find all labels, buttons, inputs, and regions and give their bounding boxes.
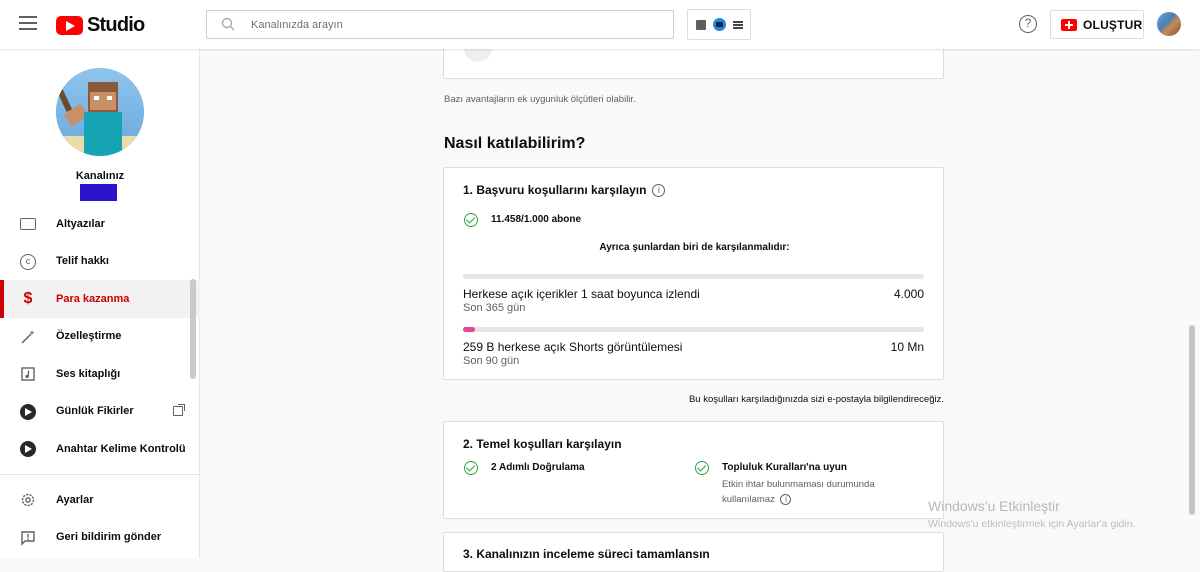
channel-label: Kanalınız bbox=[75, 170, 125, 182]
sidebar-item-label: Günlük Fikirler bbox=[56, 405, 134, 418]
sidebar-item-monetization[interactable]: $ Para kazanma bbox=[0, 280, 200, 318]
sidebar-item-label: Ses kitaplığı bbox=[56, 367, 121, 380]
info-icon[interactable]: i bbox=[780, 494, 792, 505]
create-video-icon bbox=[1061, 18, 1077, 31]
step2-card: 2. Temel koşulları karşılayın 2 Adımlı D… bbox=[443, 421, 944, 519]
two-step-verification: 2 Adımlı Doğrulama bbox=[491, 462, 585, 473]
studio-logo[interactable]: Studio bbox=[56, 14, 145, 37]
also-required-text: Ayrıca şunlardan biri de karşılanmalıdır… bbox=[599, 242, 790, 253]
step3-card: 3. Kanalınızın inceleme süreci tamamlans… bbox=[443, 532, 944, 572]
menu-icon[interactable] bbox=[19, 16, 37, 30]
music-library-icon bbox=[21, 367, 35, 381]
create-button[interactable]: OLUŞTUR bbox=[1050, 10, 1144, 39]
check-icon bbox=[695, 461, 709, 475]
windows-activation-subtitle: Windows'u etkinleştirmek için Ayarlar'a … bbox=[928, 518, 1136, 530]
extension-play-icon bbox=[20, 441, 36, 457]
sidebar-item-subtitles[interactable]: Altyazılar bbox=[0, 205, 200, 243]
info-icon[interactable]: i bbox=[652, 183, 666, 197]
eligibility-note: Bazı avantajların ek uygunluk ölçütleri … bbox=[444, 94, 636, 105]
top-header: Studio ? OLUŞTUR bbox=[0, 0, 1200, 49]
community-guidelines-note: Etkin ihtar bulunmaması durumunda kullan… bbox=[722, 477, 892, 507]
copyright-icon: c bbox=[20, 253, 36, 270]
community-guidelines: Topluluk Kuralları'na uyun bbox=[722, 462, 847, 473]
sidebar-item-label: Ayarlar bbox=[56, 493, 94, 506]
sidebar-item-label: Geri bildirim gönder bbox=[56, 531, 162, 544]
help-icon[interactable]: ? bbox=[1019, 15, 1037, 33]
subtitles-icon bbox=[20, 218, 36, 230]
channel-avatar[interactable] bbox=[56, 68, 144, 156]
extension-play-icon bbox=[20, 403, 36, 420]
metric-watch-hours-label: Herkese açık içerikler 1 saat boyunca iz… bbox=[463, 287, 700, 301]
sidebar-item-label: Anahtar Kelime Kontrolü bbox=[56, 442, 186, 455]
progress-bar-watch-hours bbox=[463, 274, 924, 279]
metric-shorts-views-period: Son 90 gün bbox=[463, 355, 520, 367]
metric-shorts-views-value: 10 Mn bbox=[890, 340, 924, 354]
sidebar-item-customization[interactable]: Özelleştirme bbox=[0, 318, 200, 356]
windows-activation-title: Windows'u Etkinleştir bbox=[928, 498, 1060, 514]
analytics-extension-icon[interactable] bbox=[695, 19, 706, 30]
sidebar-item-copyright[interactable]: c Telif hakkı bbox=[0, 243, 200, 281]
dollar-icon: $ bbox=[23, 290, 33, 307]
feedback-icon bbox=[21, 530, 35, 546]
create-label: OLUŞTUR bbox=[1083, 17, 1143, 32]
sidebar: Kanalınız Altyazılar c Telif hakkı $ Par… bbox=[0, 49, 200, 558]
play-extension-icon[interactable] bbox=[712, 18, 726, 31]
progress-bar-shorts-views bbox=[463, 327, 924, 332]
magic-wand-icon bbox=[21, 329, 35, 344]
section-heading: Nasıl katılabilirim? bbox=[444, 135, 586, 152]
external-link-icon[interactable] bbox=[173, 403, 185, 416]
step1-card: 1. Başvuru koşullarını karşılayın i 11.4… bbox=[443, 167, 944, 380]
check-icon bbox=[464, 213, 478, 227]
sidebar-item-label: Telif hakkı bbox=[56, 255, 109, 268]
subscriber-count: 11.458/1.000 abone bbox=[491, 214, 582, 225]
search-input[interactable] bbox=[251, 16, 651, 34]
sidebar-item-audio-library[interactable]: Ses kitaplığı bbox=[0, 355, 200, 393]
sidebar-divider bbox=[0, 474, 200, 475]
community-guidelines-note-text: Etkin ihtar bulunmaması durumunda kullan… bbox=[722, 479, 875, 505]
main-content: Bazı avantajların ek uygunluk ölçütleri … bbox=[201, 39, 1189, 572]
sidebar-item-label: Altyazılar bbox=[56, 217, 105, 230]
sidebar-item-keyword-check[interactable]: Anahtar Kelime Kontrolü bbox=[0, 430, 200, 468]
search-box[interactable] bbox=[206, 10, 674, 39]
step2-title: 2. Temel koşulları karşılayın bbox=[463, 437, 622, 451]
email-notification-note: Bu koşulları karşıladığınızda sizi e-pos… bbox=[688, 394, 944, 405]
youtube-logo-icon bbox=[56, 16, 83, 35]
sidebar-nav: Altyazılar c Telif hakkı $ Para kazanma … bbox=[0, 205, 200, 468]
gear-icon bbox=[21, 493, 35, 507]
sidebar-scrollbar[interactable] bbox=[190, 279, 196, 379]
channel-name-redacted bbox=[80, 184, 117, 201]
metric-watch-hours-period: Son 365 gün bbox=[463, 302, 526, 314]
sidebar-item-settings[interactable]: Ayarlar bbox=[0, 481, 200, 519]
step1-title-text: 1. Başvuru koşullarını karşılayın bbox=[463, 183, 647, 197]
extension-menu-icon[interactable] bbox=[732, 20, 743, 29]
sidebar-bottom: Ayarlar Geri bildirim gönder bbox=[0, 481, 200, 556]
metric-shorts-views-label: 259 B herkese açık Shorts görüntülemesi bbox=[463, 340, 683, 354]
check-icon bbox=[464, 461, 478, 475]
step1-title: 1. Başvuru koşullarını karşılayın i bbox=[463, 183, 666, 197]
metric-watch-hours-value: 4.000 bbox=[893, 287, 924, 301]
sidebar-item-daily-ideas[interactable]: Günlük Fikirler bbox=[0, 393, 200, 431]
sidebar-item-label: Para kazanma bbox=[56, 292, 130, 305]
step3-title: 3. Kanalınızın inceleme süreci tamamlans… bbox=[463, 547, 710, 561]
main-scrollbar[interactable] bbox=[1189, 325, 1195, 515]
account-avatar[interactable] bbox=[1157, 12, 1181, 36]
sidebar-item-feedback[interactable]: Geri bildirim gönder bbox=[0, 519, 200, 557]
extension-toolbar[interactable] bbox=[687, 9, 751, 40]
sidebar-item-label: Özelleştirme bbox=[56, 330, 122, 343]
progress-fill bbox=[463, 327, 475, 332]
search-icon bbox=[221, 17, 235, 31]
logo-text: Studio bbox=[87, 14, 145, 36]
